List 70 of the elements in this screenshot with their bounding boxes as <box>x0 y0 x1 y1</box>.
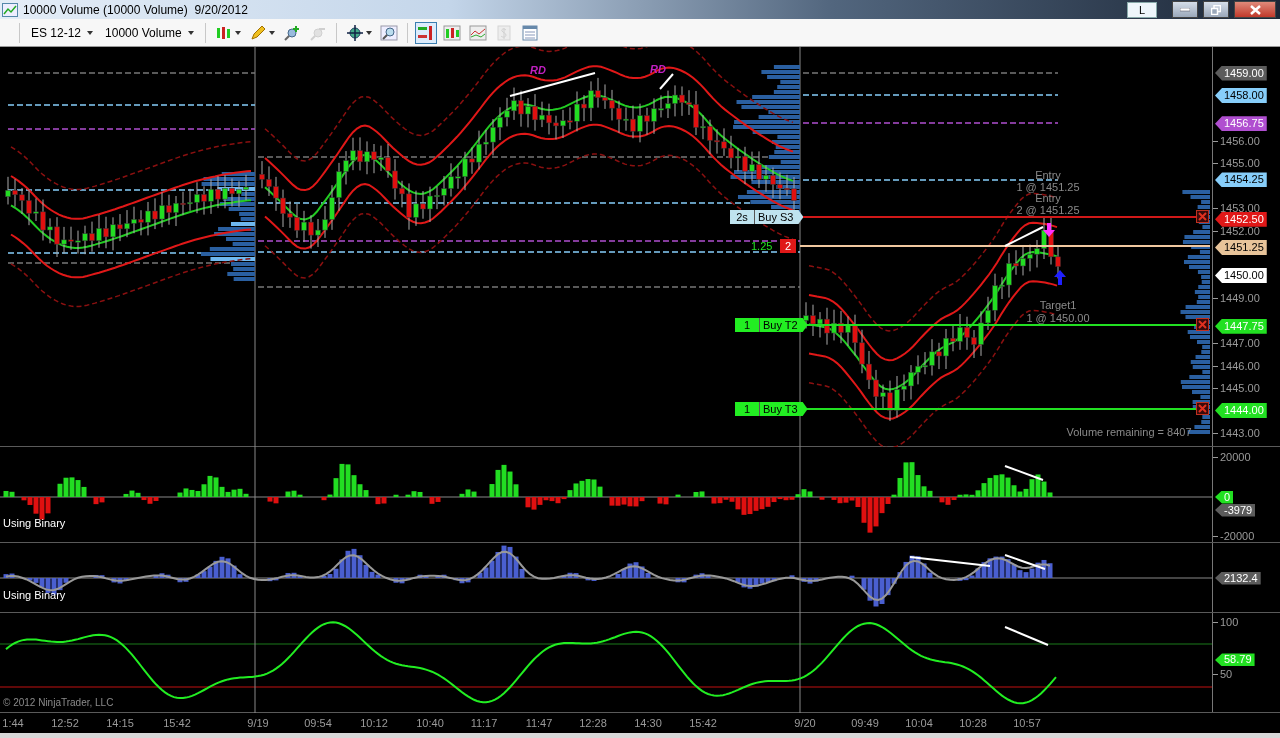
price-tick-label: 1445.00 <box>1220 382 1260 394</box>
price-marker: 1451.25 <box>1215 239 1267 255</box>
time-label: 10:12 <box>360 717 388 729</box>
value-marker: 0 <box>1215 490 1234 504</box>
time-label: 1:44 <box>2 717 24 729</box>
price-marker: 1444.00 <box>1215 403 1267 418</box>
axis-tick-label: 20000 <box>1220 451 1251 463</box>
execution-note: 1 @ 1451.25 <box>1016 181 1080 193</box>
time-label: 14:15 <box>106 717 134 729</box>
value-marker: 58.79 <box>1215 653 1255 667</box>
price-marker: 1458.00 <box>1215 88 1267 103</box>
indicator-panel[interactable]: Using Binary <box>0 543 1212 612</box>
execution-note: Target1 <box>1039 299 1077 311</box>
execution-note: 2 @ 1451.25 <box>1016 204 1080 216</box>
time-label: 11:17 <box>470 717 498 729</box>
price-tick-label: 1455.00 <box>1220 157 1260 169</box>
execution-note: 1 @ 1450.00 <box>1026 312 1090 324</box>
price-marker: 1452.50 <box>1215 211 1267 227</box>
order-quantity: 1 <box>735 402 760 416</box>
price-tick-label: 1449.00 <box>1220 292 1260 304</box>
price-marker: 1450.00 <box>1215 268 1267 283</box>
price-tick-label: 1447.00 <box>1220 337 1260 349</box>
time-label: 10:28 <box>959 717 987 729</box>
price-marker: 1459.00 <box>1215 65 1267 81</box>
order-quantity: 1 <box>735 318 760 332</box>
time-label: 10:04 <box>905 717 933 729</box>
order-label[interactable]: Buy S3 <box>755 210 804 224</box>
window-title: 10000 Volume (10000 Volume) 9/20/2012 <box>23 2 249 17</box>
time-label: 12:28 <box>579 717 607 729</box>
price-marker: 1456.75 <box>1215 116 1267 132</box>
divergence-label: RD <box>530 64 546 76</box>
execution-note: Entry <box>1035 192 1061 204</box>
time-label: 10:57 <box>1013 717 1041 729</box>
price-marker: 1454.25 <box>1215 172 1267 188</box>
price-tick-label: 1443.00 <box>1220 427 1260 439</box>
order-label[interactable]: Buy T2 <box>760 318 808 332</box>
position-quantity[interactable]: 2 <box>780 239 797 253</box>
indicator-label: Using Binary <box>3 589 66 601</box>
price-tick-label: 1453.00 <box>1220 202 1260 214</box>
time-label: 9/19 <box>247 717 269 729</box>
value-marker: -3979 <box>1215 503 1256 517</box>
value-marker: 2132.4 <box>1215 571 1261 585</box>
copyright-text: © 2012 NinjaTrader, LLC <box>3 697 114 708</box>
time-label: 15:42 <box>163 717 191 729</box>
time-label: 15:42 <box>689 717 717 729</box>
axis-tick-label: 100 <box>1220 616 1239 628</box>
axis-tick-label: -20000 <box>1220 530 1255 542</box>
indicator-label: Using Binary <box>3 517 66 529</box>
position-profit: 1.25 <box>751 239 773 253</box>
period-dropdown[interactable]: 10000 Volume <box>101 25 198 40</box>
execution-note: Entry <box>1035 169 1061 181</box>
mode-button[interactable]: L <box>1127 1 1157 18</box>
instrument-dropdown[interactable]: ES 12-12 <box>27 25 98 40</box>
time-label: 14:30 <box>634 717 662 729</box>
indicator-panel[interactable]: © 2012 NinjaTrader, LLC <box>0 613 1212 712</box>
time-label: 09:49 <box>851 717 879 729</box>
price-marker: 1447.75 <box>1215 318 1267 334</box>
time-label: 10:40 <box>416 717 444 729</box>
order-label[interactable]: Buy T3 <box>760 402 808 416</box>
price-tick-label: 1446.00 <box>1220 359 1260 372</box>
price-tick-label: 1452.00 <box>1220 224 1260 237</box>
time-label: 12:52 <box>51 717 79 729</box>
indicator-panel[interactable]: Using Binary <box>0 447 1212 542</box>
time-label: 9/20 <box>794 717 816 729</box>
time-label: 11:47 <box>525 717 553 729</box>
axis-tick-label: 50 <box>1220 667 1233 680</box>
price-tick-label: 1456.00 <box>1220 134 1260 147</box>
time-label: 09:54 <box>304 717 332 729</box>
volume-remaining-text: Volume remaining = 8407 <box>1066 426 1192 438</box>
order-quantity: 2s <box>730 210 755 224</box>
